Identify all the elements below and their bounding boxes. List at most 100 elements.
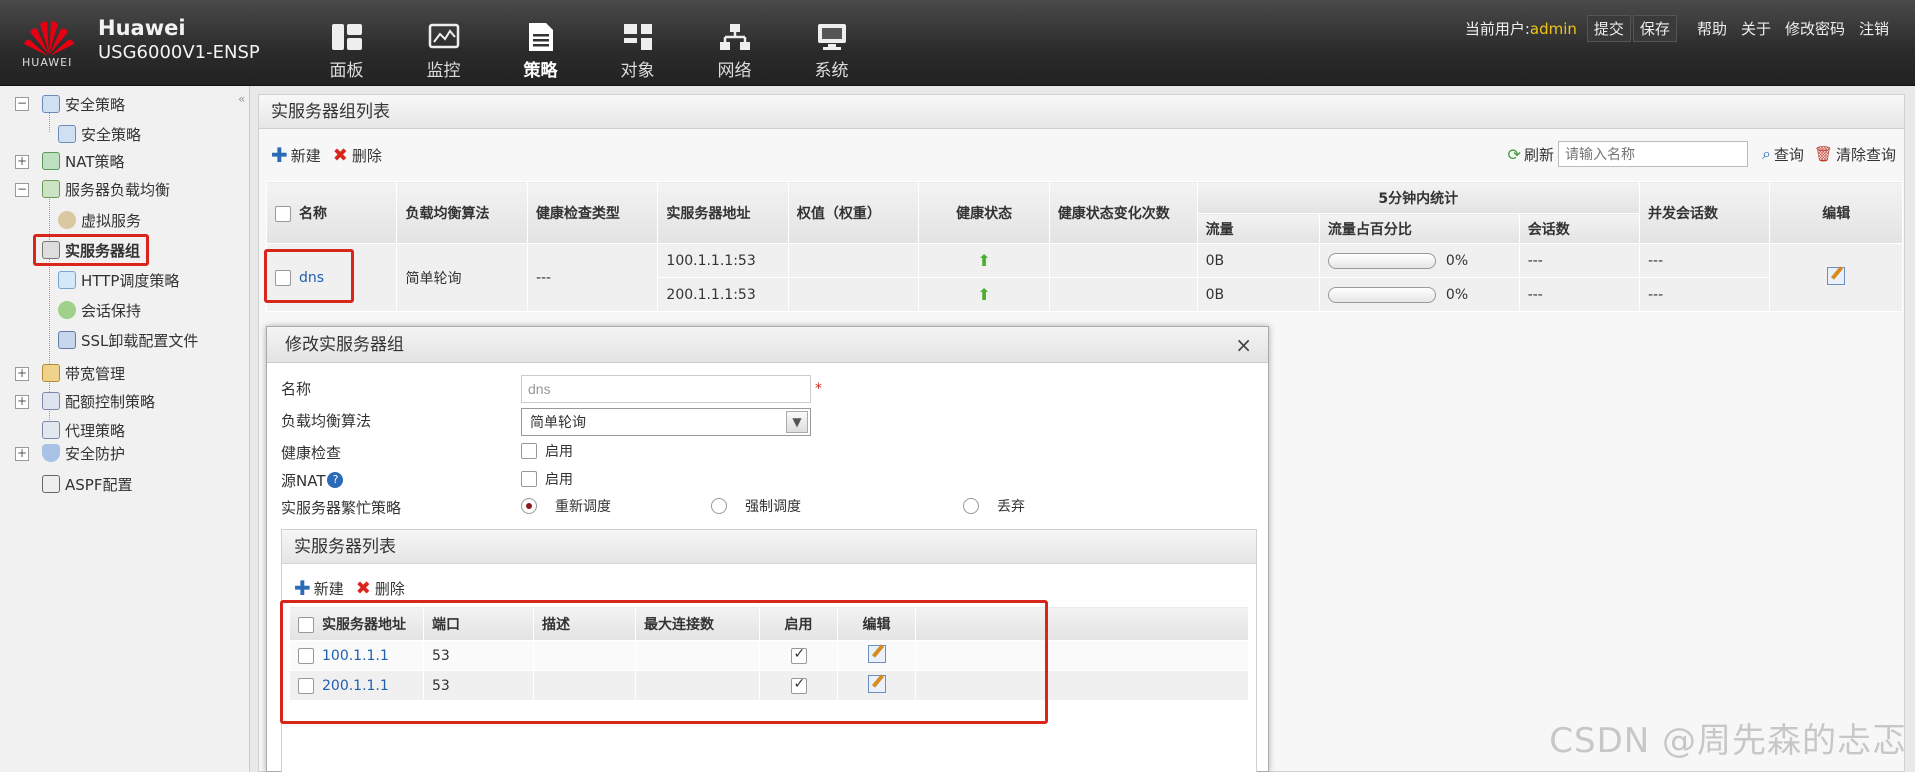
expand-icon[interactable]: +	[15, 367, 29, 381]
refresh-label: 刷新	[1523, 145, 1554, 164]
sidebar-item-virtual-service[interactable]: 虚拟服务	[58, 208, 141, 232]
query-button[interactable]: ⌕ 查询	[1762, 144, 1804, 165]
new-button[interactable]: ✚ 新建	[271, 143, 321, 167]
sidebar-item-bandwidth[interactable]: 带宽管理	[42, 361, 125, 385]
panel-title: 实服务器组列表	[259, 95, 1904, 129]
busy-option-reschedule[interactable]: 重新调度	[521, 496, 611, 516]
monitor-icon	[428, 23, 459, 49]
sub-delete-button[interactable]: ✖ 删除	[356, 578, 405, 599]
help-button[interactable]: 帮助	[1691, 16, 1733, 41]
row-checkbox[interactable]	[298, 677, 314, 694]
health-up-icon: ⬆	[977, 251, 991, 270]
expand-icon[interactable]: +	[15, 447, 29, 461]
about-button[interactable]: 关于	[1735, 16, 1777, 41]
close-icon[interactable]: ×	[1235, 327, 1252, 363]
search-icon: ⌕	[1761, 144, 1771, 163]
table-row[interactable]: 100.1.1.1 53	[289, 640, 1249, 671]
source-nat-option[interactable]: 启用	[521, 469, 573, 489]
refresh-button[interactable]: ⟳ 刷新	[1508, 144, 1554, 165]
col-maxconn: 最大连接数	[635, 606, 760, 641]
nav-monitor[interactable]: 监控	[395, 22, 492, 81]
expand-icon[interactable]: +	[15, 395, 29, 409]
select-all-checkbox[interactable]	[275, 205, 291, 222]
sidebar-item-label: ASPF配置	[65, 475, 133, 494]
sidebar-item-session-persist[interactable]: 会话保持	[58, 298, 141, 322]
maxconn-cell	[635, 640, 760, 671]
maxconn-cell	[635, 670, 760, 701]
quota-icon	[42, 392, 60, 410]
col-name-label: 名称	[299, 205, 327, 222]
algorithm-select-value: 简单轮询	[530, 415, 586, 431]
row-checkbox[interactable]	[275, 269, 291, 286]
select-all-checkbox[interactable]	[298, 616, 314, 633]
sub-new-button[interactable]: ✚ 新建	[294, 576, 344, 600]
source-nat-opt-label: 启用	[545, 472, 573, 488]
table-row[interactable]: 200.1.1.1 53	[289, 670, 1249, 701]
sidebar-item-label: 带宽管理	[65, 364, 126, 383]
submit-button[interactable]: 提交	[1586, 15, 1631, 42]
collapse-sidebar-icon[interactable]: «	[238, 92, 245, 106]
logout-button[interactable]: 注销	[1853, 16, 1895, 41]
sidebar-item-aspf[interactable]: ASPF配置	[42, 472, 132, 496]
enable-checkbox[interactable]	[790, 676, 807, 694]
aspf-icon	[42, 475, 60, 493]
algorithm-select[interactable]: 简单轮询 ▼	[521, 408, 811, 436]
clear-query-button[interactable]: 🗑 清除查询	[1814, 144, 1896, 165]
collapse-icon[interactable]: −	[15, 97, 29, 111]
col-concurrent: 并发会话数	[1638, 181, 1771, 244]
sidebar-item-real-server-group[interactable]: 实服务器组	[33, 234, 150, 266]
expand-icon[interactable]: +	[15, 155, 29, 169]
nav-network[interactable]: 网络	[686, 22, 783, 81]
edit-icon[interactable]	[1827, 266, 1846, 285]
delete-button[interactable]: ✖ 删除	[333, 145, 382, 166]
nav-system[interactable]: 系统	[783, 22, 880, 81]
sidebar-item-ssl-offload[interactable]: SSL卸载配置文件	[58, 328, 198, 352]
sidebar-item-security-policy[interactable]: 安全策略	[42, 92, 125, 116]
row-server-addr: 200.1.1.1:53	[657, 277, 789, 312]
busy-option-force[interactable]: 强制调度	[711, 496, 801, 516]
row-concurrent: ---	[1638, 277, 1771, 312]
health-check-option[interactable]: 启用	[521, 441, 573, 461]
row-traffic-pct: 0%	[1318, 243, 1520, 278]
source-nat-checkbox[interactable]	[521, 471, 537, 487]
health-up-icon: ⬆	[977, 285, 991, 304]
edit-icon[interactable]	[867, 644, 886, 663]
row-traffic: 0B	[1196, 277, 1320, 312]
save-button[interactable]: 保存	[1632, 15, 1677, 42]
sidebar-item-http-policy[interactable]: HTTP调度策略	[58, 268, 179, 292]
reschedule-radio[interactable]	[521, 498, 537, 514]
sidebar-item-label: 安全策略	[81, 125, 142, 144]
change-password-button[interactable]: 修改密码	[1779, 16, 1851, 41]
chevron-down-icon: ▼	[786, 411, 808, 433]
row-weight	[787, 277, 920, 312]
nav-policy[interactable]: 策略	[492, 22, 589, 81]
server-addr-link[interactable]: 200.1.1.1	[322, 678, 389, 694]
sidebar-item-security-policy-sub[interactable]: 安全策略	[58, 122, 141, 146]
enable-checkbox[interactable]	[790, 646, 807, 664]
edit-icon[interactable]	[867, 674, 886, 693]
help-icon[interactable]: ?	[327, 472, 344, 488]
sidebar-item-nat-policy[interactable]: NAT策略	[42, 149, 124, 173]
sidebar-item-label: 安全防护	[65, 444, 126, 463]
row-checkbox[interactable]	[298, 647, 314, 664]
drop-radio[interactable]	[963, 498, 979, 514]
busy-option-drop[interactable]: 丢弃	[963, 496, 1025, 516]
force-radio[interactable]	[711, 498, 727, 514]
sidebar-item-security-protection[interactable]: 安全防护	[42, 441, 125, 465]
name-field[interactable]	[521, 375, 811, 403]
search-input[interactable]	[1557, 141, 1748, 167]
collapse-icon[interactable]: −	[15, 183, 29, 197]
row-algorithm: 简单轮询	[396, 243, 528, 312]
col-edit: 编辑	[1769, 181, 1903, 244]
sidebar-item-proxy[interactable]: 代理策略	[42, 418, 125, 442]
col-name: 名称	[265, 181, 398, 244]
server-addr-link[interactable]: 100.1.1.1	[322, 648, 389, 664]
source-nat-label: 源NAT	[281, 471, 326, 490]
sidebar-item-quota[interactable]: 配额控制策略	[42, 389, 155, 413]
nav-object[interactable]: 对象	[589, 22, 686, 81]
group-name-link[interactable]: dns	[299, 270, 324, 286]
nav-dashboard[interactable]: 面板	[298, 22, 395, 81]
health-check-checkbox[interactable]	[521, 443, 537, 459]
table-row[interactable]: dns 简单轮询 --- 100.1.1.1:53 ⬆ 0B 0% --- --…	[265, 243, 1903, 312]
sidebar-item-slb[interactable]: 服务器负载均衡	[42, 177, 170, 201]
